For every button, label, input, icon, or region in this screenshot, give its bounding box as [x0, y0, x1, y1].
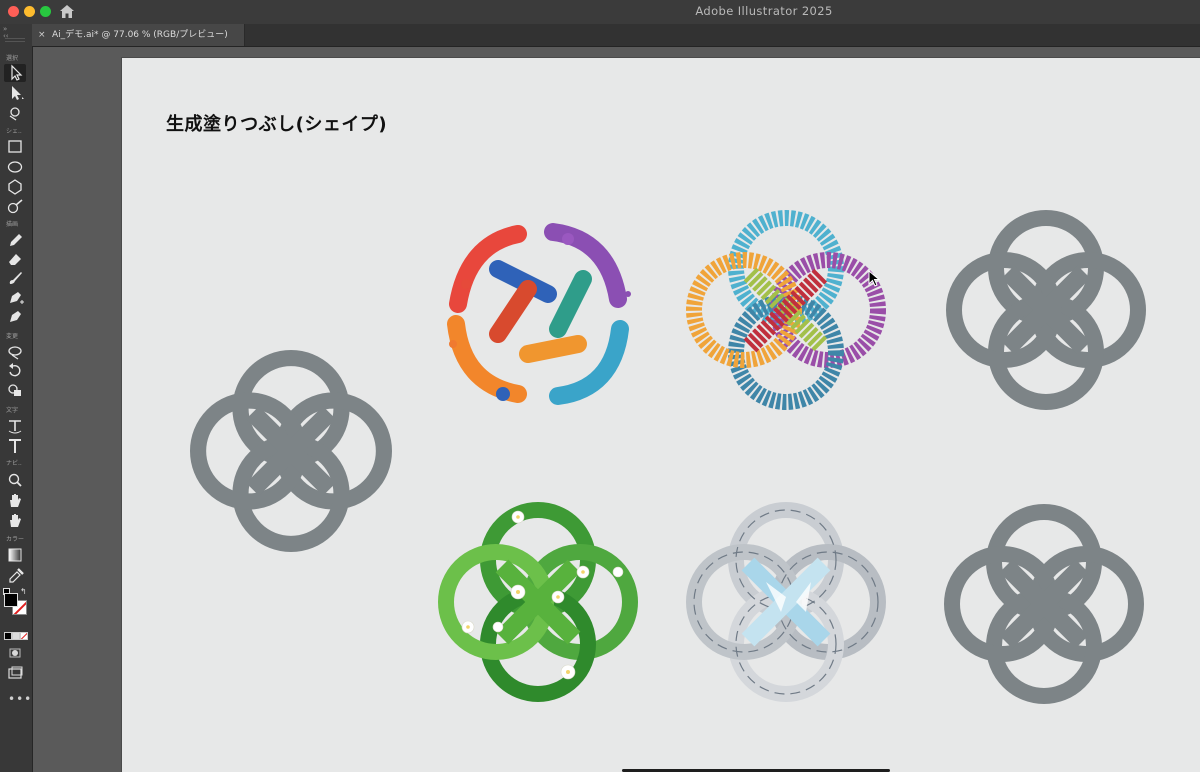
gray-knot-variant-top[interactable] — [946, 210, 1146, 410]
rotate-view-tool-icon[interactable] — [4, 511, 26, 529]
pencil-tool-icon[interactable] — [4, 231, 26, 249]
rope-knot-variant[interactable] — [686, 210, 886, 410]
gradient-mode-icon[interactable] — [12, 632, 20, 640]
rectangle-tool-icon[interactable] — [4, 138, 26, 156]
tab-close-icon[interactable]: × — [38, 24, 46, 46]
fill-stroke-swatches[interactable]: ↰ — [3, 587, 29, 615]
tool-panel: » ‹‹ 選択 シェ.. 描画 変更 文字 ナビ.. カラー ↰ ••• — [0, 24, 33, 772]
ellipse-tool-icon[interactable] — [4, 158, 26, 176]
shaper-tool-icon[interactable] — [4, 198, 26, 216]
document-tab[interactable]: × Ai_デモ.ai* @ 77.06 % (RGB/プレビュー) — [32, 24, 245, 46]
magic-wand-tool-icon[interactable] — [4, 104, 26, 122]
rotate-tool-icon[interactable] — [4, 362, 26, 380]
shape-builder-tool-icon[interactable] — [4, 381, 26, 399]
category-label-color: カラー — [6, 536, 25, 543]
paintbrush-tool-icon[interactable] — [4, 269, 26, 287]
title-bar: Adobe Illustrator 2025 — [0, 0, 1200, 25]
category-label-navigate: ナビ.. — [6, 460, 22, 467]
leaf-flower-knot-variant[interactable] — [438, 502, 638, 702]
app-title: Adobe Illustrator 2025 — [695, 4, 833, 18]
edit-toolbar-more-icon[interactable]: ••• — [8, 692, 32, 706]
paint-splash-knot-variant[interactable] — [438, 214, 638, 414]
artboard[interactable]: 生成塗りつぶし(シェイプ) — [122, 58, 1200, 772]
screen-mode-icon[interactable] — [4, 664, 26, 682]
color-mode-icon[interactable] — [4, 632, 12, 640]
selection-tool-icon[interactable] — [4, 64, 26, 82]
lasso-tool-icon[interactable] — [4, 343, 26, 361]
source-knot-shape[interactable] — [190, 350, 392, 552]
artboard-heading: 生成塗りつぶし(シェイプ) — [166, 114, 388, 135]
swap-colors-icon[interactable]: ↰ — [20, 587, 27, 596]
document-tab-bar: × Ai_デモ.ai* @ 77.06 % (RGB/プレビュー) — [32, 24, 1200, 47]
type-on-path-tool-icon[interactable] — [4, 417, 26, 435]
pen-tool-icon[interactable] — [4, 288, 26, 306]
category-label-shape: シェ.. — [6, 128, 22, 135]
category-label-type: 文字 — [6, 407, 19, 414]
category-label-modify: 変更 — [6, 333, 19, 340]
hand-tool-icon[interactable] — [4, 491, 26, 509]
document-tab-label: Ai_デモ.ai* @ 77.06 % (RGB/プレビュー) — [52, 30, 228, 40]
category-label-draw: 描画 — [6, 221, 19, 228]
zoom-tool-icon[interactable] — [4, 471, 26, 489]
category-label-select: 選択 — [6, 55, 19, 62]
mouse-cursor-icon — [868, 270, 881, 287]
direct-selection-tool-icon[interactable] — [4, 84, 26, 102]
panel-grip[interactable] — [5, 38, 25, 42]
eyedropper-tool-icon[interactable] — [4, 566, 26, 584]
gradient-tool-icon[interactable] — [4, 546, 26, 564]
eraser-tool-icon[interactable] — [4, 250, 26, 268]
curvature-tool-icon[interactable] — [4, 307, 26, 325]
polygon-tool-icon[interactable] — [4, 178, 26, 196]
draw-mode-icon[interactable] — [4, 644, 26, 662]
crystal-knot-variant[interactable] — [686, 502, 886, 702]
type-tool-icon[interactable] — [4, 437, 26, 455]
none-mode-icon[interactable] — [20, 632, 28, 640]
gray-knot-variant-bottom[interactable] — [944, 504, 1144, 704]
color-mode-buttons[interactable] — [4, 632, 28, 640]
fill-swatch[interactable] — [4, 593, 18, 607]
